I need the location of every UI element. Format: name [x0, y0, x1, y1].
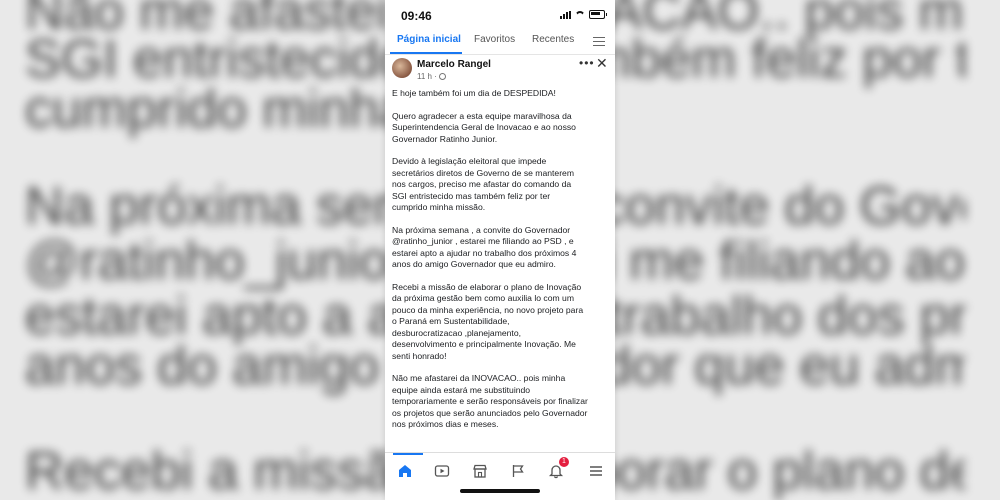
phone-screen: 09:46 Página inicial Favoritos Recentes …: [385, 0, 615, 500]
active-nav-indicator: [393, 453, 423, 455]
post-paragraph: Devido à legislação eleitoral que impede…: [392, 156, 574, 212]
tab-recent[interactable]: Recentes: [532, 34, 574, 45]
post-time: 11 h ·: [417, 72, 437, 81]
filter-icon[interactable]: [593, 35, 605, 46]
post-header: Marcelo Rangel 11 h · ••• ✕: [385, 54, 615, 86]
post-paragraph: Quero agradecer a esta equipe maravilhos…: [392, 110, 576, 144]
notification-badge: 1: [559, 457, 569, 467]
status-bar: 09:46: [385, 0, 615, 28]
post-meta: 11 h ·: [417, 72, 446, 81]
post-author[interactable]: Marcelo Rangel: [417, 59, 491, 70]
post-paragraph: Não me afastarei da INOVACAO.. pois minh…: [392, 373, 588, 429]
home-indicator: [460, 489, 540, 493]
more-options-icon[interactable]: •••: [579, 56, 595, 70]
tab-home[interactable]: Página inicial: [397, 34, 461, 45]
battery-icon: [589, 10, 607, 19]
status-time: 09:46: [401, 9, 432, 23]
avatar[interactable]: [392, 58, 412, 78]
wifi-icon: [575, 11, 585, 19]
tab-favorites[interactable]: Favoritos: [474, 34, 515, 45]
flag-icon[interactable]: [508, 461, 528, 481]
home-icon[interactable]: [395, 461, 415, 481]
video-icon[interactable]: [432, 461, 452, 481]
globe-icon: [438, 73, 446, 80]
feed-tabs: Página inicial Favoritos Recentes: [385, 28, 615, 55]
menu-icon[interactable]: [586, 461, 606, 481]
post-body: E hoje também foi um dia de DESPEDIDA! Q…: [392, 88, 610, 442]
post-paragraph: E hoje também foi um dia de DESPEDIDA!: [392, 88, 556, 98]
status-icons: [560, 10, 607, 19]
notifications-bell-icon[interactable]: 1: [546, 457, 569, 481]
marketplace-icon[interactable]: [470, 461, 490, 481]
signal-icon: [560, 10, 571, 19]
post-paragraph: Na próxima semana , a convite do Governa…: [392, 224, 577, 270]
close-icon[interactable]: ✕: [596, 55, 608, 72]
post-paragraph: Recebi a missão de elaborar o plano de I…: [392, 281, 584, 361]
